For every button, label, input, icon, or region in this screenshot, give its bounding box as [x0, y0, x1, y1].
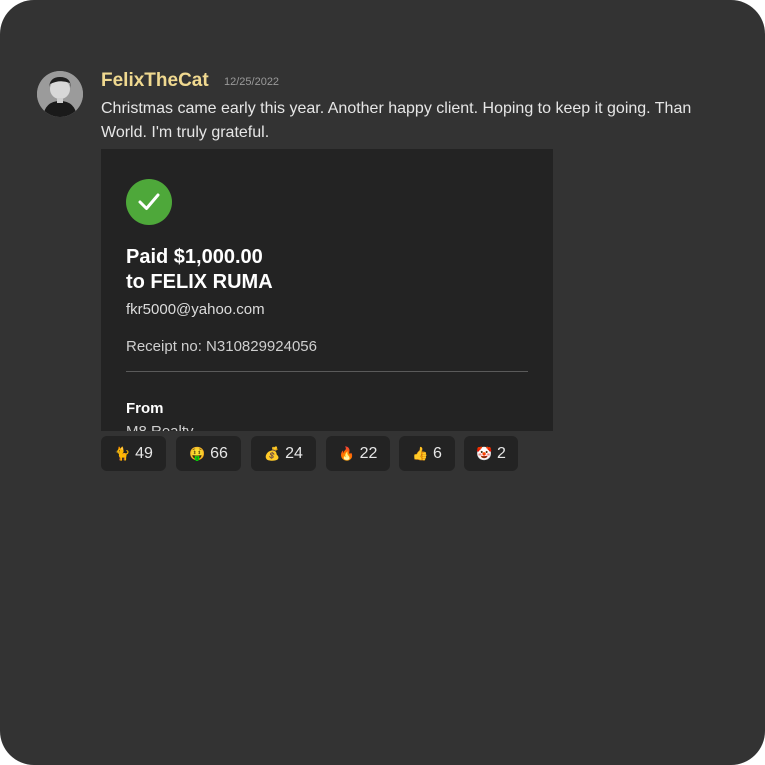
post-container: FelixTheCat 12/25/2022 Christmas came ea… [0, 0, 765, 765]
fire-icon: 🔥 [338, 445, 355, 461]
receipt-image[interactable]: Paid $1,000.00 to FELIX RUMA fkr5000@yah… [101, 149, 553, 431]
from-label: From [126, 400, 164, 417]
reaction-money-mouth[interactable]: 🤑 66 [176, 436, 241, 471]
thumbs-up-icon: 👍 [412, 445, 429, 461]
money-bag-icon: 💰 [264, 445, 281, 461]
message-text: Christmas came early this year. Another … [101, 97, 765, 145]
clown-face-icon: 🤡 [476, 445, 493, 461]
message-line: World. I'm truly grateful. [101, 124, 270, 141]
checkmark-icon [126, 179, 172, 225]
username[interactable]: FelixTheCat [101, 70, 209, 92]
reaction-clown[interactable]: 🤡 2 [464, 436, 518, 471]
receipt-number: Receipt no: N310829924056 [126, 338, 317, 355]
reaction-count: 49 [135, 444, 153, 462]
money-mouth-face-icon: 🤑 [189, 445, 206, 461]
reaction-cat[interactable]: 🐈 49 [101, 436, 166, 471]
reaction-thumbs-up[interactable]: 👍 6 [399, 436, 455, 471]
paid-recipient: to FELIX RUMA [126, 271, 273, 293]
paid-amount: Paid $1,000.00 [126, 246, 263, 268]
reaction-count: 2 [497, 444, 506, 462]
timestamp: 12/25/2022 [224, 76, 280, 88]
reaction-count: 22 [359, 444, 378, 462]
recipient-email: fkr5000@yahoo.com [126, 301, 265, 318]
cat-icon: 🐈 [114, 445, 131, 461]
reaction-count: 66 [210, 444, 228, 462]
avatar[interactable] [37, 71, 83, 117]
reaction-money-bag[interactable]: 💰 24 [251, 436, 316, 471]
reaction-count: 24 [285, 444, 303, 462]
divider [126, 371, 528, 372]
message-line: Christmas came early this year. Another … [101, 100, 692, 117]
from-value: M8 Realty [126, 423, 194, 431]
reaction-fire[interactable]: 🔥 22 [326, 436, 390, 471]
reaction-count: 6 [433, 444, 442, 462]
